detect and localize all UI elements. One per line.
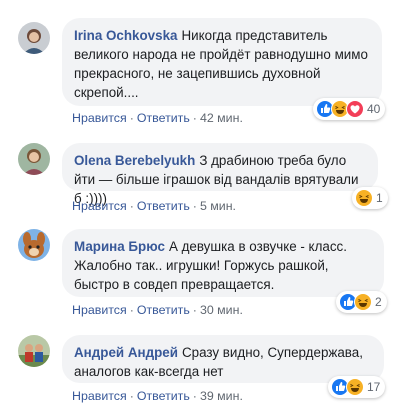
- reaction-count: 17: [367, 380, 381, 394]
- reply-link[interactable]: Ответить: [137, 389, 190, 403]
- reaction-summary[interactable]: 17: [328, 376, 386, 398]
- haha-icon: [355, 189, 373, 207]
- comment-bubble: Irina Ochkovska Никогда представитель вел…: [62, 18, 382, 106]
- avatar[interactable]: [18, 143, 50, 175]
- like-link[interactable]: Нравится: [72, 303, 127, 317]
- comment-time[interactable]: 5 мин.: [200, 199, 236, 213]
- comment-time[interactable]: 42 мин.: [200, 111, 243, 125]
- comment-time[interactable]: 39 мин.: [200, 389, 243, 403]
- reaction-count: 2: [375, 295, 382, 309]
- comment-meta: Нравится · Ответить · 39 мин.: [72, 389, 243, 403]
- separator: ·: [192, 199, 197, 213]
- reply-link[interactable]: Ответить: [137, 111, 190, 125]
- comment-author[interactable]: Irina Ochkovska: [74, 28, 177, 43]
- like-link[interactable]: Нравится: [72, 199, 127, 213]
- love-icon: [346, 100, 364, 118]
- reply-link[interactable]: Ответить: [137, 303, 190, 317]
- separator: ·: [129, 199, 134, 213]
- haha-icon: [346, 378, 364, 396]
- avatar[interactable]: [18, 229, 50, 261]
- reply-link[interactable]: Ответить: [137, 199, 190, 213]
- separator: ·: [129, 389, 134, 403]
- comment-meta: Нравится · Ответить · 42 мин.: [72, 111, 243, 125]
- separator: ·: [192, 303, 197, 317]
- reaction-count: 40: [367, 102, 381, 116]
- reaction-summary[interactable]: 2: [336, 291, 387, 313]
- comment-bubble: Olena Berebelyukh З драбиною треба було й…: [62, 143, 378, 206]
- reaction-summary[interactable]: 40: [313, 98, 386, 120]
- comment-time[interactable]: 30 мин.: [200, 303, 243, 317]
- comment-author[interactable]: Андрей Андрей: [74, 345, 178, 360]
- comment-author[interactable]: Olena Berebelyukh: [74, 153, 195, 168]
- reaction-summary[interactable]: 1: [352, 187, 388, 209]
- comment-author[interactable]: Марина Брюс: [74, 239, 165, 254]
- separator: ·: [192, 389, 197, 403]
- comment-meta: Нравится · Ответить · 30 мин.: [72, 303, 243, 317]
- avatar[interactable]: [18, 22, 50, 54]
- comment-bubble: Марина Брюс А девушка в озвучке - класс. …: [62, 229, 384, 297]
- separator: ·: [129, 303, 134, 317]
- avatar[interactable]: [18, 335, 50, 367]
- reaction-count: 1: [376, 191, 383, 205]
- comments-list: Irina Ochkovska Никогда представитель вел…: [0, 0, 416, 415]
- haha-icon: [354, 293, 372, 311]
- like-link[interactable]: Нравится: [72, 389, 127, 403]
- comment-meta: Нравится · Ответить · 5 мин.: [72, 199, 236, 213]
- separator: ·: [129, 111, 134, 125]
- separator: ·: [192, 111, 197, 125]
- like-link[interactable]: Нравится: [72, 111, 127, 125]
